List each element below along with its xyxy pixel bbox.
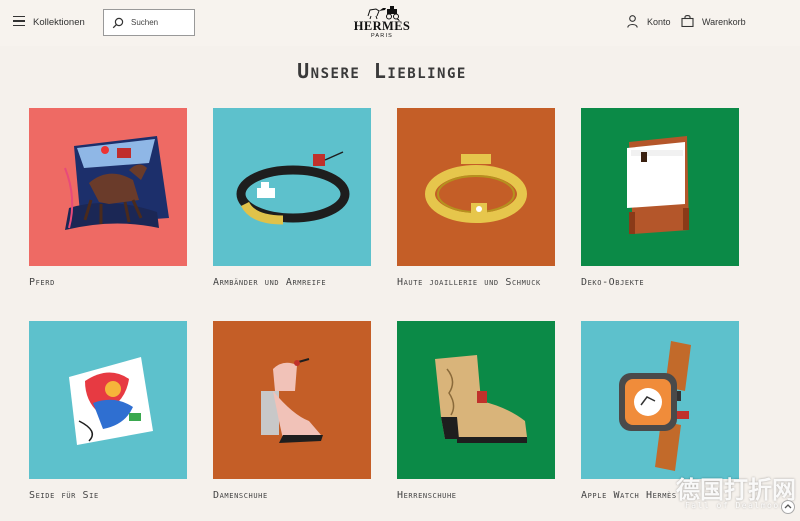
horse-scarf-illustration — [64, 136, 169, 230]
watch-illustration — [619, 341, 691, 471]
bracelet-illustration — [236, 151, 350, 225]
watermark-subtext: Fall of Dealmoon — [684, 501, 786, 510]
watermark: 德国打折网 Fall of Dealmoon — [650, 470, 800, 521]
category-image-womens-shoes[interactable] — [213, 321, 371, 479]
sandal-illustration — [261, 358, 323, 443]
category-label[interactable]: Damenschuhe — [213, 488, 371, 503]
account-link[interactable]: Konto — [647, 17, 671, 27]
necklace-illustration — [425, 154, 527, 223]
category-image-bracelets[interactable] — [213, 108, 371, 266]
category-card-jewelry[interactable]: Haute joaillerie und Schmuck — [397, 108, 555, 290]
category-image-jewelry[interactable] — [397, 108, 555, 266]
cart-link[interactable]: Warenkorb — [702, 17, 746, 27]
category-card-horse[interactable]: Pferd — [29, 108, 187, 290]
chevron-up-icon — [784, 504, 792, 509]
category-label[interactable]: Seide für Sie — [29, 488, 187, 503]
category-card-womens-shoes[interactable]: Damenschuhe — [213, 321, 371, 503]
search-field[interactable]: Suchen — [103, 9, 195, 36]
horse-carriage-logo-icon — [367, 6, 399, 20]
category-card-bracelets[interactable]: Armbänder und Armreife — [213, 108, 371, 290]
menu-icon[interactable] — [13, 16, 25, 26]
hermes-logo[interactable]: HERMÈS PARIS — [352, 4, 412, 40]
scroll-top-button[interactable] — [781, 500, 795, 514]
page-title: Unsere Lieblinge — [297, 59, 467, 83]
category-image-horse[interactable] — [29, 108, 187, 266]
search-icon — [112, 17, 124, 29]
search-input[interactable]: Suchen — [131, 18, 158, 27]
category-label[interactable]: Deko-Objekte — [581, 275, 739, 290]
watermark-text: 德国打折网 — [676, 476, 796, 504]
site-header: Kollektionen Suchen HERMÈS PARIS Konto W… — [0, 0, 800, 46]
category-card-decor[interactable]: Deko-Objekte — [581, 108, 739, 290]
category-label[interactable]: Herrenschuhe — [397, 488, 555, 503]
account-icon[interactable] — [627, 15, 638, 28]
collections-menu-link[interactable]: Kollektionen — [33, 17, 85, 28]
category-label[interactable]: Armbänder und Armreife — [213, 275, 371, 290]
logo-city: PARIS — [370, 33, 394, 39]
logo-wordmark: HERMÈS — [353, 19, 411, 33]
category-image-decor[interactable] — [581, 108, 739, 266]
leather-object-illustration — [627, 136, 689, 234]
category-label[interactable]: Pferd — [29, 275, 187, 290]
category-card-mens-shoes[interactable]: Herrenschuhe — [397, 321, 555, 503]
category-image-silk[interactable] — [29, 321, 187, 479]
silk-scarf-illustration — [69, 357, 153, 445]
shopping-bag-icon[interactable] — [681, 15, 694, 27]
category-label[interactable]: Haute joaillerie und Schmuck — [397, 275, 555, 290]
boot-illustration — [435, 355, 527, 443]
category-card-silk[interactable]: Seide für Sie — [29, 321, 187, 503]
category-image-apple-watch[interactable] — [581, 321, 739, 479]
category-image-mens-shoes[interactable] — [397, 321, 555, 479]
